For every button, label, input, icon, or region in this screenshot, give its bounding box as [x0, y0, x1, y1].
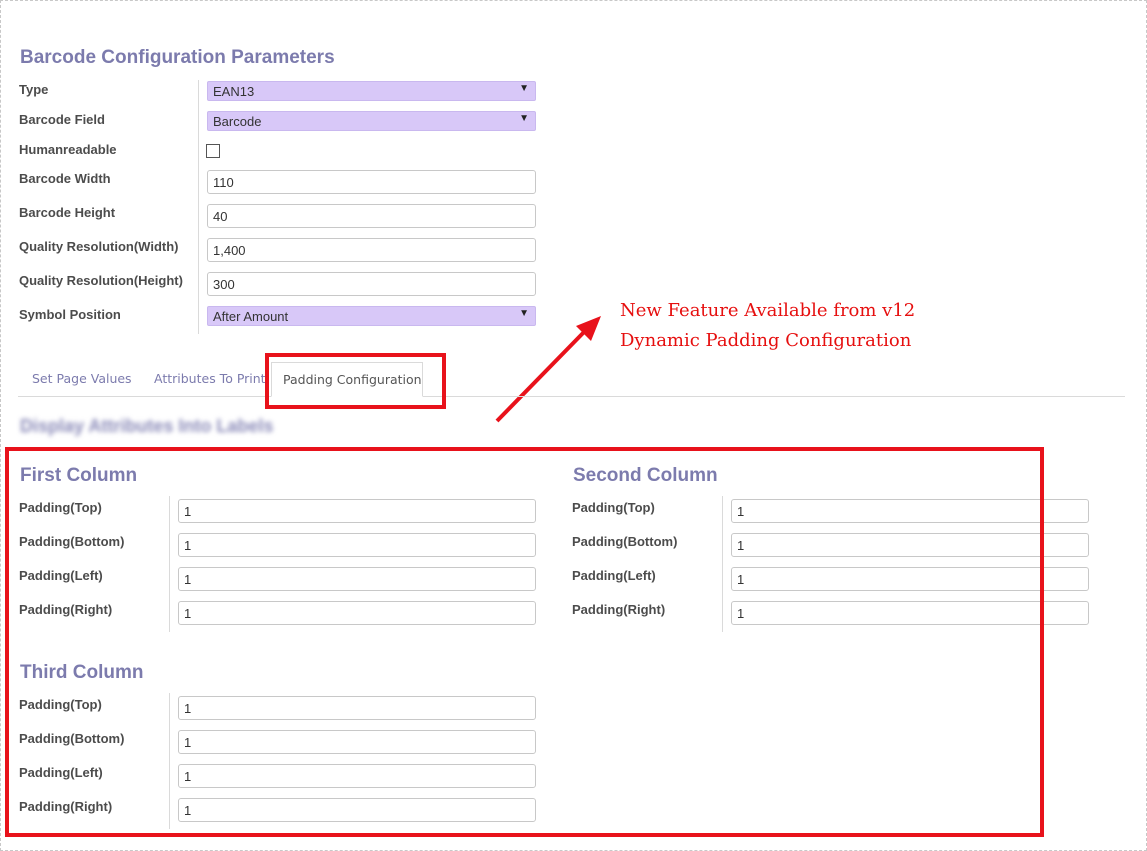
barcode-field-select-value: Barcode — [213, 114, 262, 129]
barcode-height-input[interactable]: 40 — [207, 204, 536, 228]
humanreadable-checkbox[interactable] — [206, 144, 220, 158]
page-title: Barcode Configuration Parameters — [20, 47, 335, 68]
quality-width-label: Quality Resolution(Width) — [19, 239, 179, 254]
barcode-field-label: Barcode Field — [19, 112, 105, 127]
padding-highlight-box — [5, 447, 1044, 837]
annotation-line-2: Dynamic Padding Configuration — [620, 330, 912, 351]
quality-width-input[interactable]: 1,400 — [207, 238, 536, 262]
type-select[interactable]: EAN13 ▼ — [207, 81, 536, 101]
tab-bar-line — [18, 396, 1125, 397]
barcode-height-label: Barcode Height — [19, 205, 116, 220]
barcode-width-input[interactable]: 110 — [207, 170, 536, 194]
type-label: Type — [19, 82, 49, 97]
symbol-position-select[interactable]: After Amount ▼ — [207, 306, 536, 326]
annotation-arrow-icon — [495, 316, 601, 423]
form-divider — [198, 80, 199, 334]
barcode-width-label: Barcode Width — [19, 171, 111, 186]
quality-height-input[interactable]: 300 — [207, 272, 536, 296]
annotation-line-1: New Feature Available from v12 — [620, 300, 916, 321]
symbol-position-select-value: After Amount — [213, 309, 289, 324]
tab-highlight-box — [265, 353, 446, 409]
symbol-position-label: Symbol Position — [19, 307, 121, 322]
barcode-field-select[interactable]: Barcode ▼ — [207, 111, 536, 131]
blurred-heading: Display Attributes Into Labels — [20, 416, 274, 436]
type-select-value: EAN13 — [213, 84, 255, 99]
quality-height-label: Quality Resolution(Height) — [19, 273, 183, 288]
tab-set-page-values[interactable]: Set Page Values — [32, 371, 132, 386]
dropdown-arrow-icon: ▼ — [519, 113, 529, 124]
tab-attributes-to-print[interactable]: Attributes To Print — [154, 371, 266, 386]
humanreadable-label: Humanreadable — [19, 142, 117, 157]
dropdown-arrow-icon: ▼ — [519, 83, 529, 94]
